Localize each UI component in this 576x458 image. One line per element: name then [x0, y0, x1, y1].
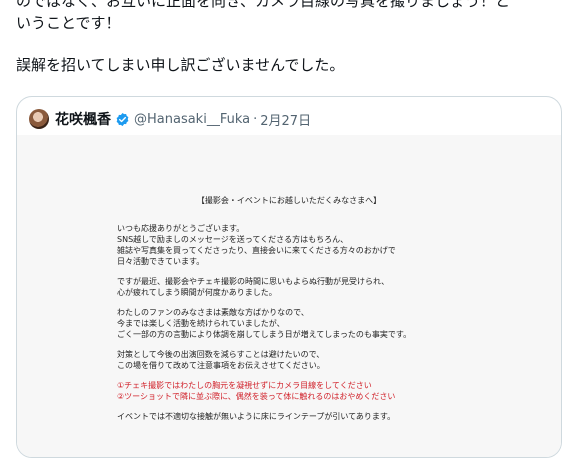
separator-dot: · — [253, 111, 258, 127]
avatar[interactable] — [29, 109, 49, 129]
notice-paragraph: 対策として今後の出演回数を減らすことは避けたいので、 この場を借りて改めて注意事… — [117, 350, 325, 370]
post-date[interactable]: 2月27日 — [260, 110, 311, 129]
notice-footer: イベントでは不適切な接触が無いように床にラインテープが引いてあります。 — [117, 412, 396, 421]
author-name[interactable]: 花咲楓香 — [55, 109, 111, 129]
post-line: のではなく、お互いに正面を向き、カメラ目線の写真を撮りましょう！と — [16, 0, 510, 10]
notice-document: 【撮影会・イベントにお越しいただくみなさまへ】 いつも応援ありがとうございます。… — [117, 195, 461, 431]
post-line: いうことです！ — [16, 14, 121, 32]
notice-rule: ①チェキ撮影ではわたしの胸元を凝視せずにカメラ目線をしてください — [117, 381, 372, 390]
author-handle[interactable]: @Hanasaki__Fuka — [134, 112, 250, 127]
post-line: 誤解を招いてしまい申し訳ございませんでした。 — [16, 56, 345, 74]
post-text: のではなく、お互いに正面を向き、カメラ目線の写真を撮りましょう！と いうことです… — [16, 0, 564, 76]
notice-paragraph: ですが最近、撮影会やチェキ撮影の時間に思いもよらぬ行動が見受けられ、 心が疲れて… — [117, 277, 390, 297]
attached-image[interactable]: 【撮影会・イベントにお越しいただくみなさまへ】 いつも応援ありがとうございます。… — [17, 135, 561, 457]
notice-rules: ①チェキ撮影ではわたしの胸元を凝視せずにカメラ目線をしてください ②ツーショット… — [117, 380, 461, 402]
quoted-tweet[interactable]: 花咲楓香 @Hanasaki__Fuka · 2月27日 【撮影会・イベントにお… — [16, 96, 562, 458]
notice-title: 【撮影会・イベントにお越しいただくみなさまへ】 — [196, 196, 382, 205]
quoted-tweet-header: 花咲楓香 @Hanasaki__Fuka · 2月27日 — [29, 107, 311, 131]
notice-paragraph: いつも応援ありがとうございます。 SNS越しで励ましのメッセージを送ってくださる… — [117, 224, 396, 266]
verified-badge-icon — [116, 112, 129, 126]
notice-paragraph: わたしのファンのみなさまは素敵な方ばかりなので、 今までは楽しく活動を続けられて… — [117, 308, 412, 339]
notice-rule: ②ツーショットで隣に並ぶ際に、偶然を装って体に触れるのはおやめください — [117, 392, 396, 401]
